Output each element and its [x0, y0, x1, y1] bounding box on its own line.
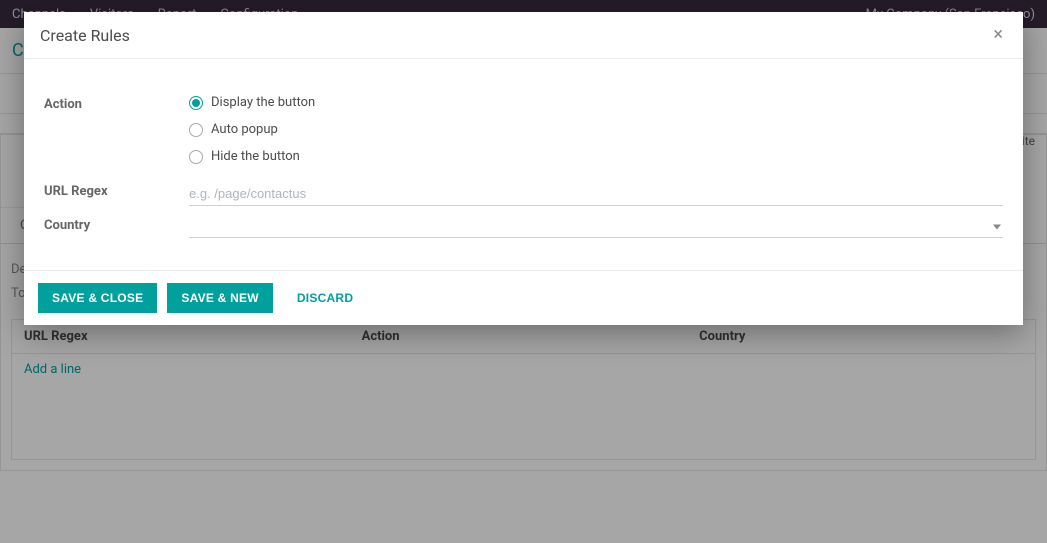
discard-button[interactable]: DISCARD — [283, 283, 367, 313]
modal-footer: SAVE & CLOSE SAVE & NEW DISCARD — [24, 270, 1023, 325]
radio-label: Hide the button — [211, 149, 300, 164]
country-select[interactable] — [189, 216, 1003, 238]
action-radio-group: Display the button Auto popup Hide the b… — [189, 95, 1003, 164]
url-regex-label: URL Regex — [44, 182, 189, 199]
radio-dot-icon — [189, 96, 203, 110]
url-regex-input[interactable] — [189, 182, 1003, 206]
url-regex-row: URL Regex — [44, 182, 1003, 206]
country-label: Country — [44, 216, 189, 233]
radio-dot-icon — [189, 150, 203, 164]
radio-hide-button[interactable]: Hide the button — [189, 149, 1003, 164]
radio-label: Display the button — [211, 95, 315, 110]
close-icon[interactable]: × — [989, 22, 1007, 48]
chevron-down-icon — [993, 224, 1001, 229]
modal-header: Create Rules × — [24, 12, 1023, 59]
modal-title: Create Rules — [40, 26, 130, 45]
modal-body: Action Display the button Auto popup Hid… — [24, 59, 1023, 270]
create-rules-modal: Create Rules × Action Display the button… — [24, 12, 1023, 325]
action-row: Action Display the button Auto popup Hid… — [44, 95, 1003, 164]
action-label: Action — [44, 95, 189, 112]
radio-auto-popup[interactable]: Auto popup — [189, 122, 1003, 137]
save-close-button[interactable]: SAVE & CLOSE — [38, 283, 157, 313]
country-row: Country — [44, 216, 1003, 238]
radio-display-button[interactable]: Display the button — [189, 95, 1003, 110]
save-new-button[interactable]: SAVE & NEW — [167, 283, 273, 313]
radio-dot-icon — [189, 123, 203, 137]
radio-label: Auto popup — [211, 122, 278, 137]
